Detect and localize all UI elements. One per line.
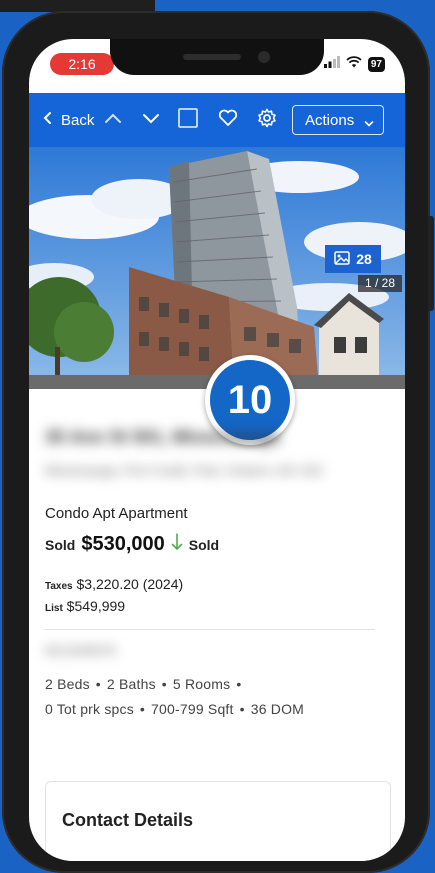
- rooms-value: 5 Rooms: [172, 676, 231, 692]
- heart-icon: [218, 109, 238, 132]
- taxes-label: Taxes: [45, 581, 73, 592]
- list-price-row: List $549,999: [45, 598, 125, 614]
- select-checkbox[interactable]: [177, 107, 199, 133]
- arrow-down-icon: [171, 533, 183, 556]
- contact-details-title: Contact Details: [62, 810, 194, 830]
- phone-screen: 2:16 97 Back Actions 28 1 / 28 10 35 Ann…: [29, 39, 405, 861]
- chevron-up-icon: [104, 111, 122, 129]
- sqft-value: 700-799 Sqft: [151, 701, 234, 717]
- front-camera: [258, 51, 270, 63]
- address-line-2: Mississauga, Port Credit, Peel, Ontario …: [45, 463, 324, 478]
- price-row: Sold $530,000 Sold: [45, 533, 219, 556]
- wifi-icon: [346, 55, 362, 73]
- parking-value: 0 Tot prk spcs: [45, 701, 134, 717]
- phone-frame: 2:16 97 Back Actions 28 1 / 28 10 35 Ann…: [2, 11, 434, 873]
- photo-index: 1 / 28: [358, 275, 402, 292]
- status-label-secondary: Sold: [188, 536, 220, 553]
- chevron-left-icon: [43, 111, 53, 130]
- status-icons: 97: [323, 55, 385, 73]
- settings-button[interactable]: [256, 108, 278, 133]
- checkbox-icon: [178, 107, 198, 133]
- actions-dropdown[interactable]: Actions: [292, 105, 384, 135]
- previous-listing-button[interactable]: [101, 107, 125, 133]
- next-listing-button[interactable]: [139, 107, 163, 133]
- battery-indicator: 97: [367, 56, 385, 72]
- contact-details-card: Contact Details: [45, 781, 391, 861]
- list-price-value: $549,999: [66, 598, 126, 614]
- baths-value: 2 Baths: [106, 676, 156, 692]
- section-divider: [45, 629, 375, 630]
- actions-label: Actions: [305, 111, 355, 129]
- list-label: List: [45, 603, 63, 614]
- property-type: Condo Apt Apartment: [45, 505, 188, 522]
- photo-gallery-button[interactable]: 28: [325, 245, 381, 273]
- favorite-button[interactable]: [216, 109, 240, 131]
- taxes-row: Taxes $3,220.20 (2024): [45, 576, 183, 592]
- address-line-1: 35 Ann St 501, Mississauga: [45, 427, 280, 447]
- gear-icon: [257, 108, 277, 133]
- mls-number: W12345678: [45, 643, 116, 658]
- signal-icon: [323, 55, 340, 73]
- details-row-2: 0 Tot prk spcs • 700-799 Sqft • 36 DOM: [45, 701, 305, 717]
- status-time: 2:16: [50, 53, 114, 75]
- photo-count-label: 28: [356, 251, 372, 267]
- sold-price: $530,000: [81, 533, 165, 555]
- image-icon: [334, 250, 350, 268]
- phone-notch: [110, 39, 324, 75]
- chevron-down-icon: [142, 111, 160, 129]
- beds-value: 2 Beds: [45, 676, 90, 692]
- back-button[interactable]: Back: [43, 109, 94, 131]
- taxes-value: $3,220.20 (2024): [76, 576, 184, 592]
- phone-side-button: [428, 216, 434, 311]
- chevron-down-icon: [364, 115, 374, 132]
- dom-value: 36 DOM: [250, 701, 305, 717]
- speaker-grille: [183, 54, 241, 60]
- details-row-1: 2 Beds • 2 Baths • 5 Rooms •: [45, 676, 242, 692]
- status-label: Sold: [45, 536, 76, 553]
- listing-toolbar: Back Actions: [29, 93, 405, 147]
- back-label: Back: [61, 111, 95, 129]
